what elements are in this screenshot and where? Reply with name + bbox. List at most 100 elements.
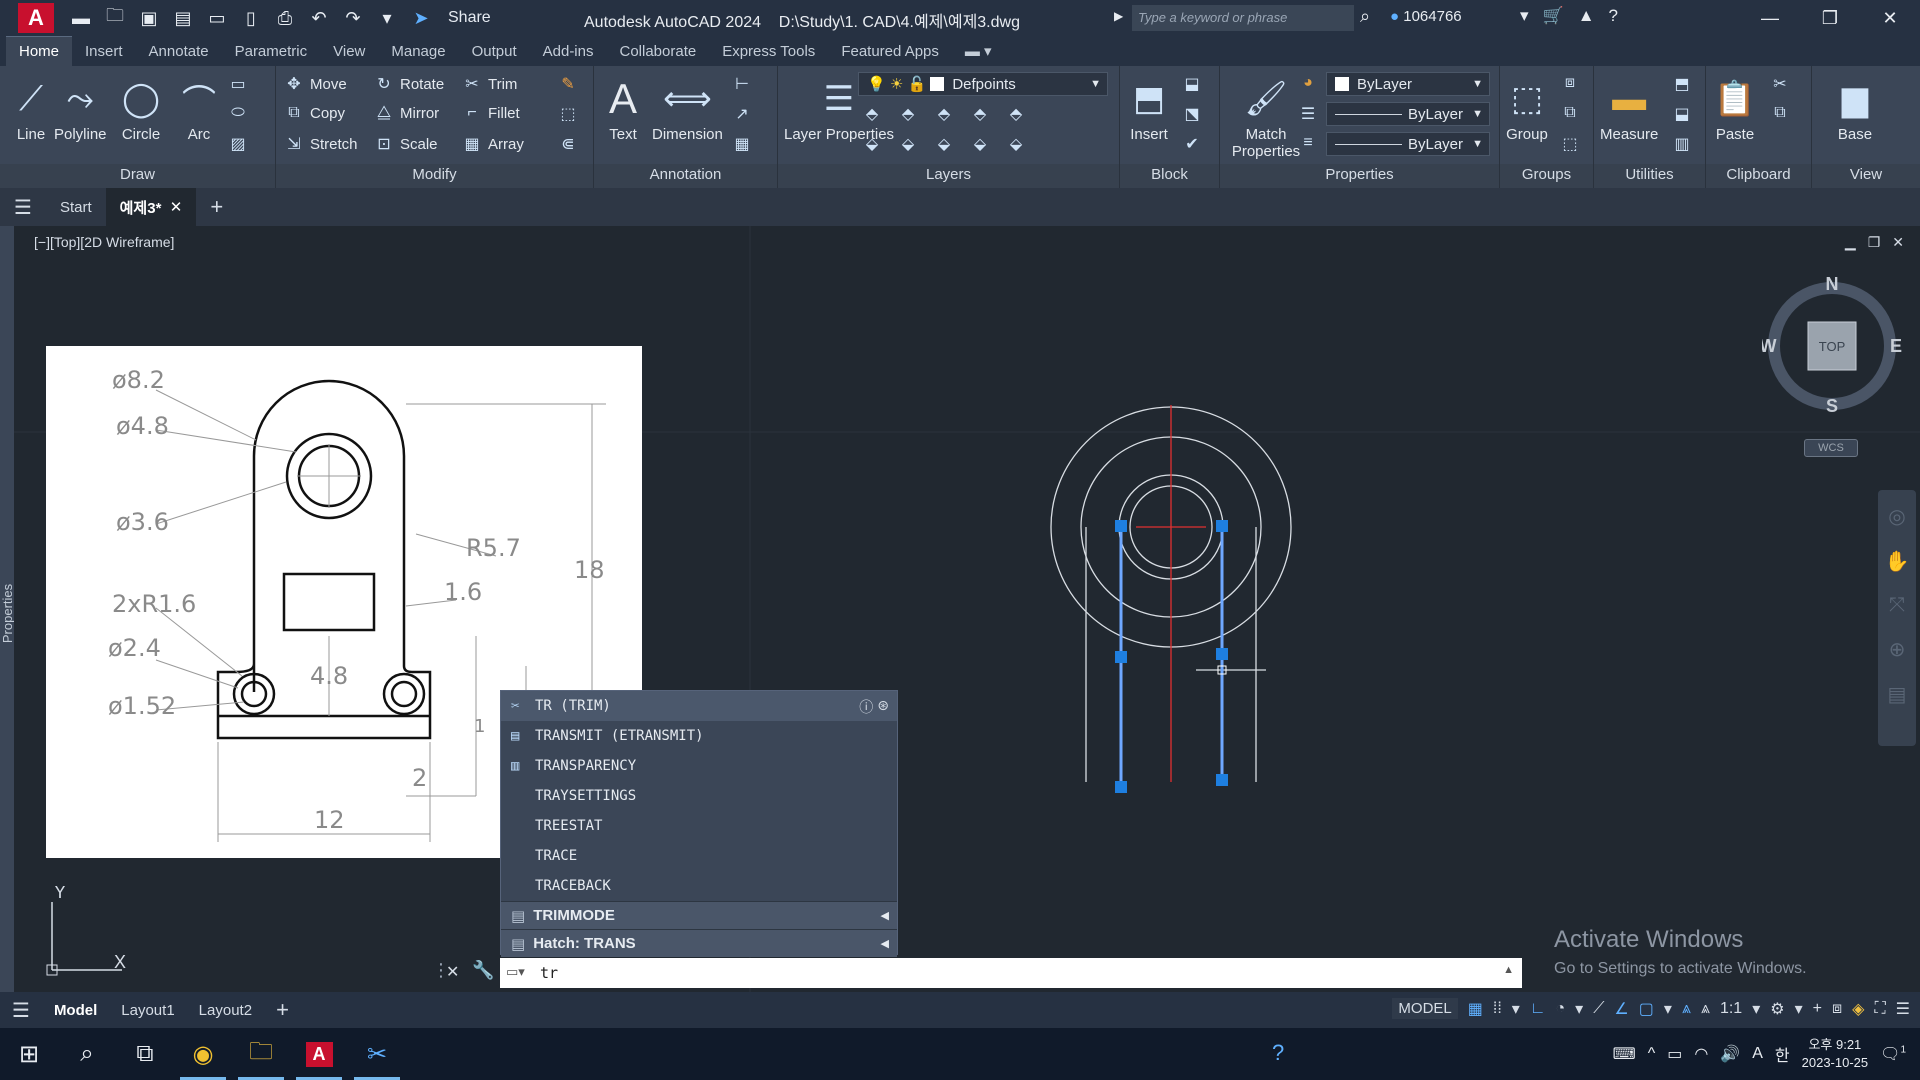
pan-icon[interactable]: ✋ [1885,549,1910,574]
autocomplete-item[interactable]: TREESTAT [501,811,897,841]
file-explorer-icon[interactable]: 🗀 [232,1028,290,1080]
clean-screen-icon[interactable]: ⛶ [1874,1000,1885,1018]
autocomplete-item[interactable]: TRACE [501,841,897,871]
autocad-taskbar-icon[interactable]: A [290,1028,348,1080]
search-icon[interactable]: ⌕ [1360,6,1370,27]
steering-wheel-icon[interactable]: ◎ [1888,504,1905,529]
snap-icon[interactable]: ⁞⁞ [1493,1000,1502,1018]
start-tab[interactable]: Start [46,188,106,226]
showmotion-icon[interactable]: ▤ [1888,682,1907,707]
search-input[interactable]: Type a keyword or phrase [1132,5,1354,31]
block-attr-button[interactable]: ✔ [1182,134,1202,154]
insert-button[interactable]: ⬒ Insert [1126,72,1172,143]
ortho-icon[interactable]: ∟ [1530,1000,1546,1018]
layer-tool-icon[interactable]: ⬙ [898,134,918,154]
annotation-panel-title[interactable]: Annotation [594,164,777,188]
command-close-icon[interactable]: ✕ [446,962,459,982]
command-input[interactable]: tr [500,958,1522,988]
compass-n[interactable]: N [1826,276,1839,294]
table-button[interactable]: ▦ [732,134,752,154]
erase-button[interactable]: ✎ [558,74,578,94]
new-tab-icon[interactable]: + [196,188,237,226]
layer-tool-icon[interactable]: ⬙ [934,134,954,154]
user-account[interactable]: ● 1064766 [1390,8,1462,25]
close-icon[interactable]: ✕ [1860,0,1920,36]
layer-tool-icon[interactable]: ⬙ [970,134,990,154]
layout-menu-icon[interactable]: ☰ [0,998,42,1023]
group-button[interactable]: ⬚ Group [1504,72,1550,143]
cart-icon[interactable]: 🛒 [1543,6,1564,26]
object-snap-icon[interactable]: ▢ [1639,999,1654,1019]
layer-tool-icon[interactable]: ⬘ [970,104,990,124]
calculator-button[interactable]: ▥ [1672,134,1692,154]
help-tips-icon[interactable]: ? [1272,1040,1284,1066]
viewport-restore-icon[interactable]: ❐ [1868,234,1881,251]
model-space-button[interactable]: MODEL [1392,998,1458,1019]
drawing-tab[interactable]: 예제3* ✕ [105,188,197,226]
autodesk-icon[interactable]: ▲ [1578,6,1595,26]
help-icon[interactable]: ? [1609,6,1618,26]
annotation-visibility-icon[interactable]: ⩓ [1682,1000,1691,1018]
offset-button[interactable]: ⋐ [558,134,578,154]
layer-tool-icon[interactable]: ⬙ [862,134,882,154]
zoom-extents-icon[interactable]: ⤧ [1889,594,1905,617]
viewcube-top[interactable]: TOP [1819,339,1846,354]
wifi-icon[interactable]: ◠ [1694,1044,1708,1064]
rotate-button[interactable]: ↻ Rotate [374,74,444,94]
view-panel-title[interactable]: View [1812,164,1920,188]
polyline-button[interactable]: ⤳ Polyline [54,72,107,144]
ribbon-tab-home[interactable]: Home [6,36,73,66]
properties-panel-title[interactable]: Properties [1220,164,1499,188]
dimension-button[interactable]: ⟺ Dimension [652,72,723,143]
new-layout-icon[interactable]: + [264,997,301,1023]
array-button[interactable]: ▦ Array [462,134,523,154]
object-snap-tracking-icon[interactable]: ∠ [1614,999,1628,1019]
language-indicator[interactable]: A [1752,1045,1763,1063]
task-view-icon[interactable]: ⧉ [116,1028,174,1080]
compass-s[interactable]: S [1826,396,1838,416]
tray-expand-icon[interactable]: ^ [1648,1045,1656,1063]
minimize-icon[interactable]: — [1740,0,1800,36]
hardware-acceleration-icon[interactable]: ⧈ [1832,1000,1842,1018]
autocomplete-item[interactable]: ▥ TRANSPARENCY [501,751,897,781]
paste-button[interactable]: 📋 Paste [1712,72,1758,143]
autocomplete-item[interactable]: ✂ TR (TRIM) [501,691,897,721]
line-button[interactable]: ⟋ Line [8,72,54,144]
ribbon-tab-output[interactable]: Output [459,37,530,66]
utilities-panel-title[interactable]: Utilities [1594,164,1705,188]
maximize-icon[interactable]: ❐ [1800,0,1860,36]
expand-chevron-icon[interactable]: ◀ [881,909,889,922]
group-select-button[interactable]: ⬚ [1560,134,1580,154]
layer-tool-icon[interactable]: ⬘ [862,104,882,124]
ribbon-tab-featured-apps[interactable]: Featured Apps [828,37,952,66]
group-edit-button[interactable]: ⧉ [1560,104,1580,122]
autocad-logo[interactable]: A [18,3,54,33]
plot-icon[interactable]: ⎙ [272,5,298,31]
save-as-icon[interactable]: ▤ [170,5,196,31]
autocomplete-item[interactable]: TRAYSETTINGS [501,781,897,811]
measure-button[interactable]: ▬ Measure [1600,72,1658,144]
orbit-icon[interactable]: ⊕ [1889,637,1906,662]
volume-icon[interactable]: 🔊 [1720,1044,1740,1064]
scale-dropdown-icon[interactable]: ▾ [1752,999,1760,1019]
undo-icon[interactable]: ↶ [306,5,332,31]
windows-start-icon[interactable]: ⊞ [0,1028,58,1080]
layer-dropdown[interactable]: 💡 ☀ 🔓 Defpoints ▼ [858,72,1108,96]
layer-tool-icon[interactable]: ⬘ [1006,104,1026,124]
recent-commands-icon[interactable]: ▭▾ [506,964,525,980]
publish-icon[interactable]: ▯ [238,5,264,31]
ribbon-tab-manage[interactable]: Manage [378,37,458,66]
redo-icon[interactable]: ↷ [340,5,366,31]
notification-icon[interactable]: 🗨1 [1880,1044,1906,1064]
viewcube[interactable]: TOP N S E W [1762,276,1902,416]
share-button[interactable]: Share [448,9,491,27]
app-menu-icon[interactable]: ☰ [0,188,46,226]
autocomplete-section[interactable]: ▤ TRIMMODE ◀ [501,901,897,929]
ribbon-tab-parametric[interactable]: Parametric [222,37,321,66]
plus-icon[interactable]: + [1813,1000,1822,1018]
leader-button[interactable]: ↗ [732,104,752,124]
workspace-dropdown-icon[interactable]: ▾ [1795,999,1803,1019]
trim-button[interactable]: ✂ Trim [462,74,517,94]
autocomplete-item[interactable]: TRACEBACK [501,871,897,901]
layer-tool-icon[interactable]: ⬙ [1006,134,1026,154]
